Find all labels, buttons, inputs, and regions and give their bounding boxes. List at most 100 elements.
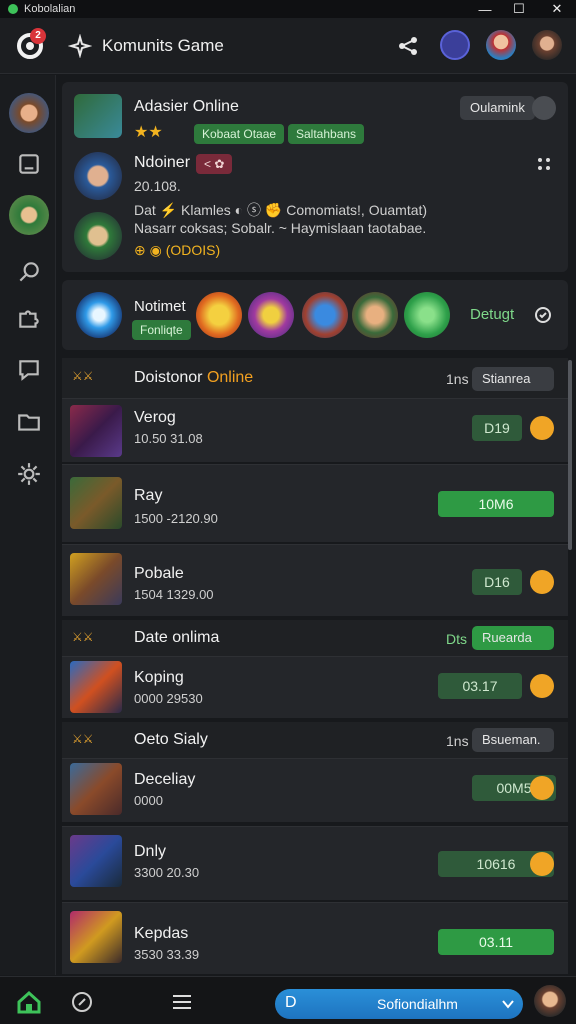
friends-strip: Notimet Fonliqte Detugt	[62, 280, 568, 350]
row-name: Deceliay	[134, 771, 196, 788]
list-item[interactable]: Verog 10.50 31.08 D19	[62, 398, 568, 462]
profile-card: Adasier Online ★★ Kobaat Otaae Saltahban…	[62, 82, 568, 272]
member-code-badge: < ✿	[196, 154, 233, 174]
main-scrollbar[interactable]	[568, 360, 572, 550]
section-dropdown[interactable]: Stianrea	[472, 367, 554, 391]
chat-search-icon[interactable]	[16, 357, 42, 383]
strip-name: Notimet	[134, 298, 186, 315]
game-thumb	[70, 835, 122, 887]
friend-icon-3[interactable]	[302, 292, 348, 338]
maximize-button[interactable]: ☐	[500, 0, 538, 18]
strip-tag: Fonliqte	[132, 320, 191, 340]
section-header-1: ⚔⚔ Doistonor Online 1ns Stianrea	[62, 358, 568, 398]
game-thumb	[70, 553, 122, 605]
notification-badge: 2	[30, 28, 46, 44]
friend-icon-1[interactable]	[196, 292, 242, 338]
row-meta: 3300 20.30	[134, 865, 200, 880]
sidebar-avatar-2[interactable]	[9, 195, 49, 235]
row-score: 03.11	[438, 929, 554, 955]
member-avatar-1	[74, 152, 122, 200]
list-item[interactable]: Koping 0000 29530 03.17	[62, 656, 568, 718]
section-dropdown[interactable]: Ruearda	[472, 626, 554, 650]
game-thumb	[70, 405, 122, 457]
check-icon[interactable]	[530, 776, 554, 800]
app-title: Komunits Game	[102, 36, 224, 55]
minimize-button[interactable]: —	[466, 0, 504, 18]
section-logo-icon: ⚔⚔	[72, 630, 94, 644]
profile-avatar[interactable]	[534, 985, 566, 1017]
rating-stars: ★★	[134, 124, 163, 141]
member-avatar-2	[74, 212, 122, 260]
section-count: 1ns	[446, 371, 469, 387]
member-line-2: Dat ⚡ Klamles ◐ ⓢ ✊ Comomiats!, Ouamtat)	[134, 202, 428, 218]
section-count: 1ns	[446, 733, 469, 749]
list-item[interactable]: Pobale 1504 1329.00 D16	[62, 544, 568, 616]
section-logo-icon: ⚔⚔	[72, 732, 94, 746]
compass-button[interactable]	[440, 30, 470, 60]
section-header-3: ⚔⚔ Oeto Sialy 1ns Bsueman.	[62, 722, 568, 758]
puzzle-icon[interactable]	[16, 305, 42, 331]
list-item[interactable]: Kepdas 3530 33.39 03.11	[62, 902, 568, 974]
friend-icon-2[interactable]	[248, 292, 294, 338]
section-dropdown[interactable]: Bsueman.	[472, 728, 554, 752]
app-header: 2 Komunits Game	[0, 18, 576, 74]
tag-pill-2[interactable]: Saltahbans	[288, 124, 365, 144]
row-name: Verog	[134, 409, 176, 426]
row-meta: 0000 29530	[134, 691, 203, 706]
tablet-icon[interactable]	[16, 151, 42, 177]
check-icon[interactable]	[532, 96, 556, 120]
row-meta: 3530 33.39	[134, 947, 200, 962]
row-meta: 0000	[134, 793, 163, 808]
menu-icon[interactable]	[170, 990, 194, 1014]
game-avatar-icon	[74, 94, 122, 138]
grid-menu-icon[interactable]	[536, 156, 552, 172]
status-letter: D	[285, 994, 297, 1011]
close-button[interactable]: ✕	[538, 0, 576, 18]
status-label: Sofiondialhm	[377, 996, 458, 1012]
member-note: Nasarr coksas; Sobalr. ~ Haymislaan taot…	[134, 220, 427, 236]
member-name: Ndoiner	[134, 154, 191, 171]
section-logo-icon: ⚔⚔	[72, 369, 94, 383]
window-title: Kobolalian	[24, 3, 76, 15]
home-icon[interactable]	[16, 989, 42, 1015]
check-icon[interactable]	[530, 416, 554, 440]
row-meta: 10.50 31.08	[134, 431, 203, 446]
list-item[interactable]: Deceliay 0000 00M5	[62, 758, 568, 822]
check-icon[interactable]	[530, 852, 554, 876]
portal-icon[interactable]	[76, 292, 122, 338]
row-name: Koping	[134, 669, 184, 686]
section-header-2: ⚔⚔ Date onlima Dts Ruearda	[62, 620, 568, 656]
list-item[interactable]: Ray 1500 -2120.90 10M6	[62, 464, 568, 542]
share-icon[interactable]	[396, 34, 420, 58]
row-name: Dnly	[134, 843, 167, 860]
sparkle-icon	[68, 34, 92, 58]
row-meta: 1504 1329.00	[134, 587, 214, 602]
folder-icon[interactable]	[16, 409, 42, 435]
strip-action[interactable]: Detugt	[470, 306, 514, 323]
game-thumb	[70, 661, 122, 713]
search-icon[interactable]	[16, 259, 42, 285]
member-line-1: 20.108.	[134, 178, 181, 194]
friend-icon-5[interactable]	[404, 292, 450, 338]
tag-pill-1[interactable]: Kobaat Otaae	[194, 124, 285, 144]
online-button[interactable]: Oulamink	[460, 96, 535, 120]
row-score: D19	[472, 415, 522, 441]
check-icon[interactable]	[530, 570, 554, 594]
settings-gear-icon[interactable]	[16, 461, 42, 487]
list-item[interactable]: Dnly 3300 20.30 10616	[62, 826, 568, 900]
game-thumb	[70, 911, 122, 963]
sidebar-avatar-1[interactable]	[9, 93, 49, 133]
user-avatar[interactable]	[532, 30, 562, 60]
row-meta: 1500 -2120.90	[134, 511, 218, 526]
friend-icon-4[interactable]	[352, 292, 398, 338]
section-title: Oeto Sialy	[134, 731, 208, 748]
section-count: Dts	[446, 631, 467, 647]
explore-icon[interactable]	[70, 990, 94, 1014]
status-selector[interactable]: D Sofiondialhm	[275, 989, 523, 1019]
row-name: Kepdas	[134, 925, 189, 942]
friend-avatar[interactable]	[486, 30, 516, 60]
profile-name: Adasier Online	[134, 98, 239, 115]
sidebar	[0, 75, 56, 975]
check-icon[interactable]	[530, 674, 554, 698]
refresh-icon[interactable]	[534, 306, 552, 324]
